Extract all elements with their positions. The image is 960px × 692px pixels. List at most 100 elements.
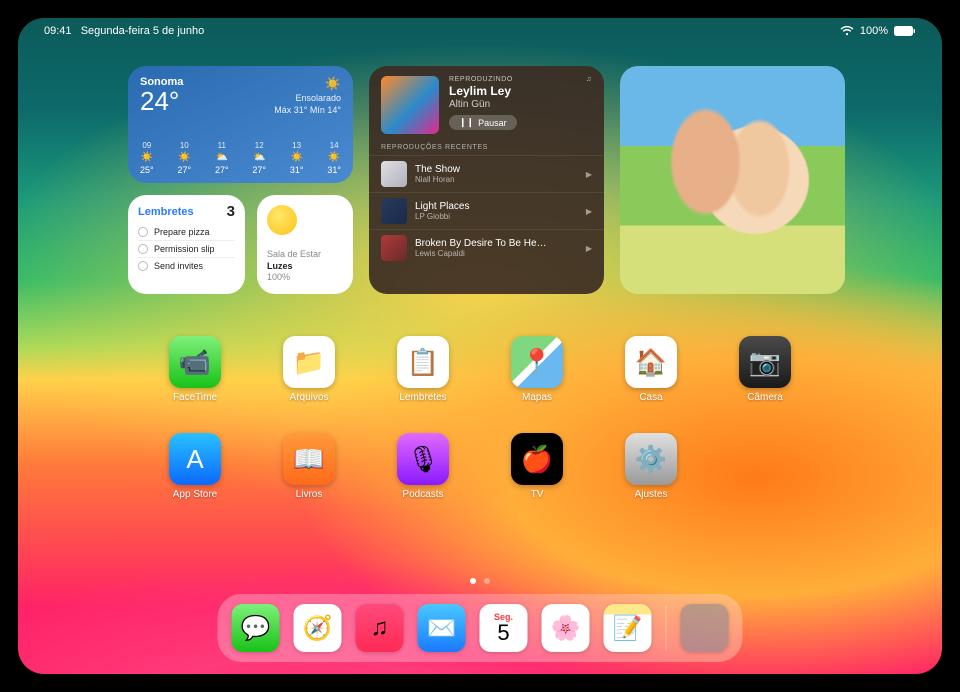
home-device: Luzes bbox=[267, 261, 343, 273]
app-icon: A bbox=[169, 433, 221, 485]
reminder-item[interactable]: Permission slip bbox=[138, 240, 235, 257]
weather-forecast: 09 ☀️ 25° 10 ☀️ 27° 11 ⛅ 27° 12 ⛅ 27° 13… bbox=[140, 141, 341, 175]
weather-icon: ⛅ bbox=[253, 152, 265, 163]
battery-icon bbox=[894, 26, 916, 36]
dock-mensagens[interactable]: 💬 bbox=[232, 604, 280, 652]
weather-icon: ☀️ bbox=[290, 152, 302, 163]
forecast-hour: 10 ☀️ 27° bbox=[177, 141, 191, 175]
page-dot[interactable] bbox=[470, 578, 476, 584]
app-icon: 📹 bbox=[169, 336, 221, 388]
pause-icon: ❙❙ bbox=[459, 117, 474, 128]
recent-track[interactable]: Light Places LP Giobbi ▶ bbox=[369, 192, 604, 229]
app-podcasts[interactable]: 🎙 Podcasts bbox=[397, 433, 449, 500]
forecast-hour: 13 ☀️ 31° bbox=[290, 141, 304, 175]
play-icon: ▶ bbox=[586, 170, 592, 179]
app-label: Ajustes bbox=[635, 489, 668, 500]
app-mapas[interactable]: 📍 Mapas bbox=[511, 336, 563, 403]
app-grid: 📹 FaceTime 📁 Arquivos 📋 Lembretes 📍 Mapa… bbox=[18, 336, 942, 500]
now-playing-title: Leylim Ley bbox=[449, 84, 592, 98]
recent-track[interactable]: The Show Niall Horan ▶ bbox=[369, 155, 604, 192]
now-playing-art bbox=[381, 76, 439, 134]
app-icon: 🎙 bbox=[397, 433, 449, 485]
app-tv[interactable]: 🍎 TV bbox=[511, 433, 563, 500]
home-level: 100% bbox=[267, 272, 343, 284]
checkbox-icon[interactable] bbox=[138, 244, 148, 254]
forecast-hour: 14 ☀️ 31° bbox=[327, 141, 341, 175]
app-label: TV bbox=[531, 489, 544, 500]
forecast-hour: 11 ⛅ 27° bbox=[215, 141, 229, 175]
dock-mail[interactable]: ✉️ bbox=[418, 604, 466, 652]
weather-hilo: Máx 31° Mín 14° bbox=[274, 105, 341, 117]
page-dot[interactable] bbox=[484, 578, 490, 584]
app-câmera[interactable]: 📷 Câmera bbox=[739, 336, 791, 403]
app-icon: 📷 bbox=[739, 336, 791, 388]
forecast-hour: 12 ⛅ 27° bbox=[252, 141, 266, 175]
checkbox-icon[interactable] bbox=[138, 261, 148, 271]
reminders-title: Lembretes bbox=[138, 206, 194, 218]
dock-música[interactable]: ♫ bbox=[356, 604, 404, 652]
weather-temp: 24° bbox=[140, 88, 183, 114]
weather-icon: ⛅ bbox=[216, 152, 228, 163]
app-facetime[interactable]: 📹 FaceTime bbox=[169, 336, 221, 403]
status-left: 09:41 Segunda-feira 5 de junho bbox=[44, 25, 204, 37]
app-icon: ⚙️ bbox=[625, 433, 677, 485]
app-casa[interactable]: 🏠 Casa bbox=[625, 336, 677, 403]
app-arquivos[interactable]: 📁 Arquivos bbox=[283, 336, 335, 403]
music-note-icon: ♫ bbox=[586, 76, 592, 83]
play-icon: ▶ bbox=[586, 244, 592, 253]
app-icon: 📁 bbox=[283, 336, 335, 388]
sun-icon: ☀️ bbox=[274, 76, 341, 93]
reminder-item[interactable]: Send invites bbox=[138, 257, 235, 274]
music-widget[interactable]: REPRODUZINDO ♫ Leylim Ley Altin Gün ❙❙ P… bbox=[369, 66, 604, 294]
app-ajustes[interactable]: ⚙️ Ajustes bbox=[625, 433, 677, 500]
dock-separator bbox=[666, 606, 667, 650]
dock-app-library[interactable] bbox=[681, 604, 729, 652]
weather-icon: ☀️ bbox=[328, 152, 340, 163]
track-art bbox=[381, 235, 407, 261]
home-room: Sala de Estar bbox=[267, 249, 343, 261]
app-label: Casa bbox=[639, 392, 662, 403]
status-bar: 09:41 Segunda-feira 5 de junho 100% bbox=[18, 22, 942, 40]
wifi-icon bbox=[840, 26, 854, 36]
status-date: Segunda-feira 5 de junho bbox=[81, 25, 205, 37]
app-label: Podcasts bbox=[402, 489, 443, 500]
dock-calendário[interactable]: Seg.5 bbox=[480, 604, 528, 652]
app-lembretes[interactable]: 📋 Lembretes bbox=[397, 336, 449, 403]
app-label: Livros bbox=[296, 489, 323, 500]
dock-fotos[interactable]: 🌸 bbox=[542, 604, 590, 652]
pause-button[interactable]: ❙❙ Pausar bbox=[449, 115, 517, 130]
dock-notas[interactable]: 📝 bbox=[604, 604, 652, 652]
weather-condition: Ensolarado bbox=[274, 93, 341, 105]
now-playing-artist: Altin Gün bbox=[449, 99, 592, 110]
app-icon: 🍎 bbox=[511, 433, 563, 485]
recent-label: REPRODUÇÕES RECENTES bbox=[369, 144, 604, 155]
home-screen[interactable]: 09:41 Segunda-feira 5 de junho 100% Sono… bbox=[18, 18, 942, 674]
app-label: Câmera bbox=[747, 392, 783, 403]
status-time: 09:41 bbox=[44, 25, 72, 37]
photos-widget[interactable] bbox=[620, 66, 845, 294]
page-indicator[interactable] bbox=[470, 578, 490, 584]
app-app store[interactable]: A App Store bbox=[169, 433, 221, 500]
recent-track[interactable]: Broken By Desire To Be He… Lewis Capaldi… bbox=[369, 229, 604, 266]
device-frame: 09:41 Segunda-feira 5 de junho 100% Sono… bbox=[0, 0, 960, 692]
now-playing-label: REPRODUZINDO bbox=[449, 76, 513, 83]
app-icon: 🏠 bbox=[625, 336, 677, 388]
app-label: FaceTime bbox=[173, 392, 217, 403]
track-art bbox=[381, 198, 407, 224]
app-icon: 📍 bbox=[511, 336, 563, 388]
reminders-widget[interactable]: Lembretes 3 Prepare pizza Permission sli… bbox=[128, 195, 245, 294]
app-label: Mapas bbox=[522, 392, 552, 403]
reminders-count: 3 bbox=[227, 203, 235, 220]
checkbox-icon[interactable] bbox=[138, 227, 148, 237]
weather-icon: ☀️ bbox=[141, 152, 153, 163]
app-icon: 📖 bbox=[283, 433, 335, 485]
app-livros[interactable]: 📖 Livros bbox=[283, 433, 335, 500]
dock-safari[interactable]: 🧭 bbox=[294, 604, 342, 652]
app-icon: 📋 bbox=[397, 336, 449, 388]
home-widget[interactable]: Sala de Estar Luzes 100% bbox=[257, 195, 353, 294]
status-right: 100% bbox=[840, 25, 916, 37]
weather-widget[interactable]: Sonoma 24° ☀️ Ensolarado Máx 31° Mín 14°… bbox=[128, 66, 353, 183]
widget-area: Sonoma 24° ☀️ Ensolarado Máx 31° Mín 14°… bbox=[128, 66, 848, 294]
app-label: App Store bbox=[173, 489, 217, 500]
reminder-item[interactable]: Prepare pizza bbox=[138, 224, 235, 240]
